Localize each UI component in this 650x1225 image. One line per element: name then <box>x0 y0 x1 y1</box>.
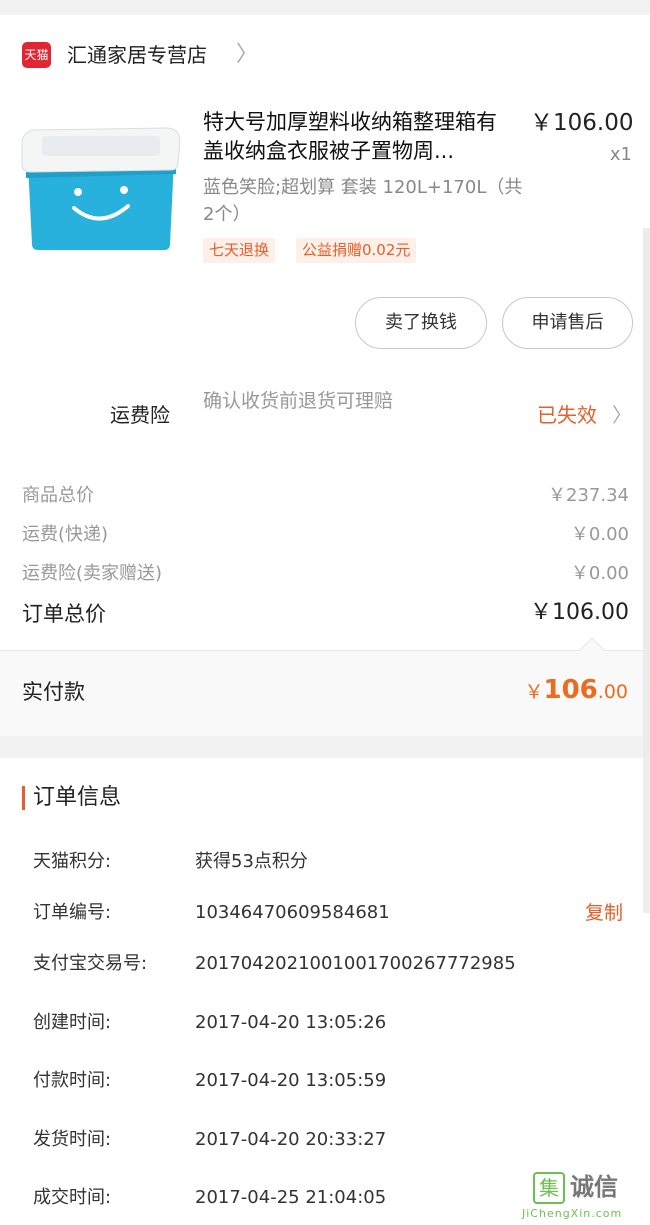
sell-button[interactable]: 卖了换钱 <box>355 297 487 349</box>
paid-amount: ￥106.00 <box>470 672 628 711</box>
shipping-label: 运费(快递) <box>22 524 109 545</box>
after-sale-button[interactable]: 申请售后 <box>502 297 633 349</box>
product-price: ￥106.00 <box>530 110 634 136</box>
insurance-label: 运费险 <box>110 403 170 427</box>
watermark-text: 诚信 <box>570 1173 618 1201</box>
order-number-label: 订单编号: <box>33 902 112 923</box>
created-time-label: 创建时间: <box>33 1012 112 1033</box>
paid-decimal: .00 <box>597 681 628 703</box>
top-strip <box>0 0 650 15</box>
tag-charity: 公益捐赠0.02元 <box>296 238 417 263</box>
section-accent-bar <box>22 786 25 810</box>
points-value: 获得53点积分 <box>195 851 308 872</box>
paid-label: 实付款 <box>22 680 85 704</box>
paid-time-label: 付款时间: <box>33 1070 112 1091</box>
watermark-url: JiChengXin.com <box>522 1207 623 1220</box>
watermark-logo-icon: 集 <box>533 1172 565 1204</box>
order-total-value: ￥106.00 <box>530 600 629 625</box>
shop-name[interactable]: 汇通家居专营店 <box>67 40 207 70</box>
shipping-insurance-value: ￥0.00 <box>570 563 629 584</box>
paid-time-value: 2017-04-20 13:05:59 <box>195 1070 387 1091</box>
paid-currency: ￥ <box>524 681 544 703</box>
order-info-card <box>0 758 650 1225</box>
paid-integer: 106 <box>543 675 598 705</box>
scrollbar-thumb[interactable] <box>643 758 650 913</box>
order-info-title: 订单信息 <box>33 785 122 810</box>
shipped-time-value: 2017-04-20 20:33:27 <box>195 1129 387 1150</box>
created-time-value: 2017-04-20 13:05:26 <box>195 1012 387 1033</box>
product-sku: 蓝色笑脸;超划算 套装 120L+170L（共2个） <box>203 177 523 225</box>
tag-seven-day-return: 七天退换 <box>203 238 276 263</box>
product-title[interactable]: 特大号加厚塑料收纳箱整理箱有盖收纳盒衣服被子置物周... <box>203 108 513 166</box>
deal-time-label: 成交时间: <box>33 1187 112 1208</box>
points-label: 天猫积分: <box>33 851 112 872</box>
order-total-label: 订单总价 <box>22 602 106 626</box>
insurance-description: 确认收货前退货可理赔 <box>203 390 394 412</box>
order-number-value: 10346470609584681 <box>195 902 390 923</box>
shipping-insurance-label: 运费险(卖家赠送) <box>22 563 163 584</box>
scrollbar-track[interactable] <box>643 228 650 763</box>
copy-button[interactable]: 复制 <box>585 899 623 927</box>
tmall-logo-icon: 天猫 <box>22 42 51 68</box>
product-quantity: x1 <box>609 144 632 165</box>
product-image[interactable] <box>20 122 182 254</box>
goods-total-value: ￥237.34 <box>548 485 629 506</box>
shipped-time-label: 发货时间: <box>33 1129 112 1150</box>
alipay-trade-value: 2017042021001001700267772985 <box>195 953 516 974</box>
chevron-right-icon[interactable]: 〉 <box>236 42 258 68</box>
deal-time-value: 2017-04-25 21:04:05 <box>195 1187 387 1208</box>
insurance-status[interactable]: 已失效 <box>537 400 597 430</box>
goods-total-label: 商品总价 <box>22 485 94 506</box>
alipay-trade-label: 支付宝交易号: <box>33 953 148 974</box>
chevron-right-icon[interactable]: 〉 <box>612 400 632 430</box>
shipping-value: ￥0.00 <box>570 524 629 545</box>
